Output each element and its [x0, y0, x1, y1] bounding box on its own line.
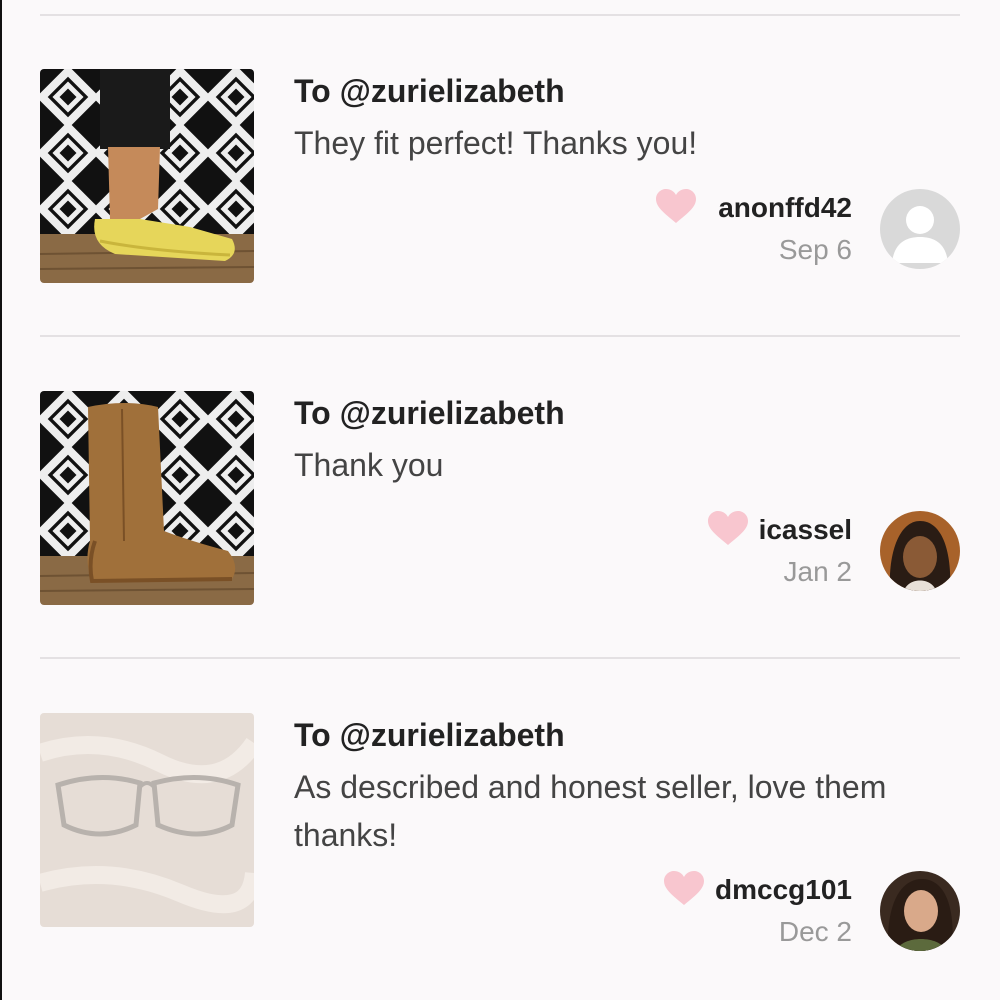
heart-icon[interactable] — [664, 871, 704, 907]
heart-icon[interactable] — [656, 189, 696, 225]
clear-glasses-photo — [40, 713, 254, 927]
review-message: Thank you — [294, 447, 444, 483]
user-photo-avatar — [880, 871, 960, 951]
review-meta: anonffd42 Sep 6 — [718, 191, 852, 267]
recipient-label: To @zurielizabeth — [294, 395, 565, 431]
reviewer-avatar[interactable] — [880, 871, 960, 951]
listing-thumbnail[interactable] — [40, 69, 254, 283]
yellow-flat-shoes-photo — [40, 69, 254, 283]
divider — [40, 657, 960, 659]
recipient-label: To @zurielizabeth — [294, 717, 565, 753]
review-item[interactable]: To @zurielizabeth As described and hones… — [0, 713, 1000, 973]
listing-thumbnail[interactable] — [40, 713, 254, 927]
reviewer-avatar[interactable] — [880, 189, 960, 269]
review-message: As described and honest seller, love the… — [294, 769, 887, 853]
divider — [40, 14, 960, 16]
review-message: They fit perfect! Thanks you! — [294, 125, 698, 161]
review-meta: icassel Jan 2 — [759, 513, 852, 589]
reviewer-username[interactable]: icassel — [759, 513, 852, 547]
review-meta: dmccg101 Dec 2 — [715, 873, 852, 949]
review-date: Dec 2 — [778, 916, 852, 947]
reviewer-username[interactable]: dmccg101 — [715, 873, 852, 907]
listing-thumbnail[interactable] — [40, 391, 254, 605]
tan-boot-photo — [40, 391, 254, 605]
reviewer-avatar[interactable] — [880, 511, 960, 591]
review-item[interactable]: To @zurielizabeth Thank you icassel Jan … — [0, 391, 1000, 631]
review-item[interactable]: To @zurielizabeth They fit perfect! Than… — [0, 69, 1000, 309]
default-user-avatar-icon — [880, 189, 960, 269]
review-date: Sep 6 — [778, 234, 852, 265]
reviewer-username[interactable]: anonffd42 — [718, 191, 852, 225]
divider — [40, 335, 960, 337]
recipient-label: To @zurielizabeth — [294, 73, 565, 109]
heart-icon[interactable] — [708, 511, 748, 547]
user-photo-avatar — [880, 511, 960, 591]
review-date: Jan 2 — [783, 556, 853, 587]
